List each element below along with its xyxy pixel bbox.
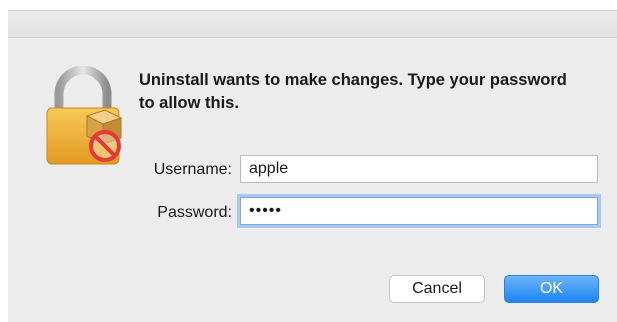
cancel-button[interactable]: Cancel — [389, 275, 485, 303]
lock-icon — [46, 66, 123, 165]
dialog-message: Uninstall wants to make changes. Type yo… — [139, 71, 567, 112]
ok-button[interactable]: OK — [504, 275, 599, 303]
password-label: Password: — [157, 204, 232, 221]
dialog-titlebar — [8, 11, 617, 38]
username-label: Username: — [153, 161, 232, 178]
auth-dialog: Uninstall wants to make changes. Type yo… — [8, 10, 617, 322]
username-input[interactable] — [240, 155, 598, 183]
prohibited-icon — [89, 130, 121, 162]
password-input[interactable] — [240, 197, 598, 225]
